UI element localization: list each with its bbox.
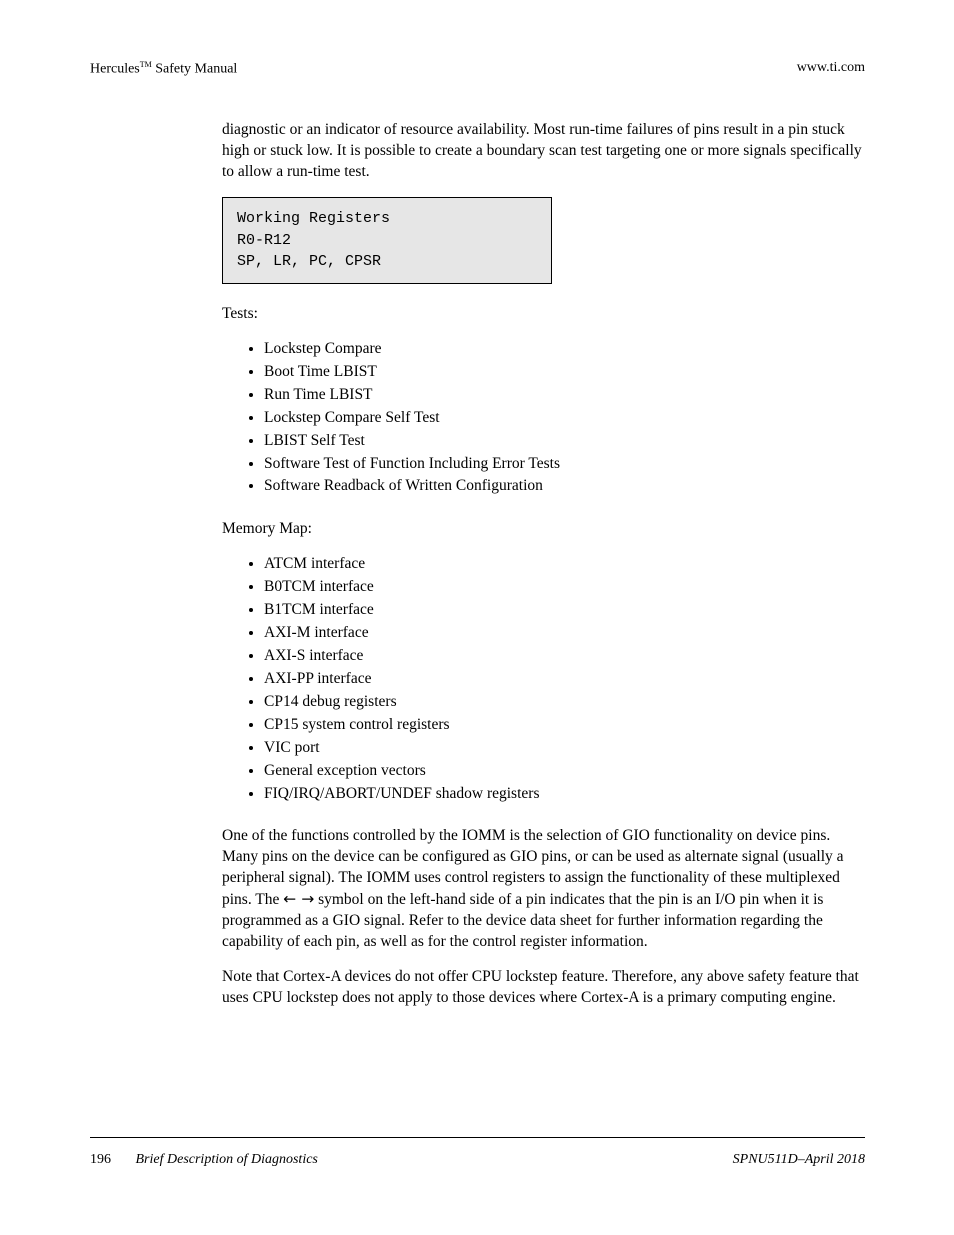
list-item: FIQ/IRQ/ABORT/UNDEF shadow registers — [264, 784, 865, 807]
tests-list: Lockstep Compare Boot Time LBIST Run Tim… — [222, 339, 865, 499]
header-right: www.ti.com — [797, 60, 865, 76]
list-item: AXI-PP interface — [264, 669, 865, 692]
list-item: General exception vectors — [264, 761, 865, 784]
list-item: Software Readback of Written Configurati… — [264, 476, 865, 499]
code-box-line-2: SP, LR, PC, CPSR — [237, 251, 537, 273]
code-box-line-1: R0-R12 — [237, 230, 537, 252]
list-item: VIC port — [264, 738, 865, 761]
header-product: Hercules — [90, 62, 140, 77]
tests-lead: Tests: — [222, 304, 865, 325]
list-item: Lockstep Compare — [264, 339, 865, 362]
trailing-paragraph: Note that Cortex-A devices do not offer … — [222, 967, 865, 1009]
code-box-heading: Working Registers — [237, 208, 537, 230]
footer-left: 196 Brief Description of Diagnostics — [90, 1152, 318, 1168]
list-item: AXI-S interface — [264, 646, 865, 669]
memory-map-lead: Memory Map: — [222, 519, 865, 540]
memory-map-list: ATCM interface B0TCM interface B1TCM int… — [222, 554, 865, 806]
list-item: Lockstep Compare Self Test — [264, 408, 865, 431]
list-item: AXI-M interface — [264, 623, 865, 646]
list-item: ATCM interface — [264, 554, 865, 577]
list-item: LBIST Self Test — [264, 431, 865, 454]
footer-rule — [90, 1137, 865, 1138]
list-item: Run Time LBIST — [264, 385, 865, 408]
trademark-symbol: TM — [140, 60, 152, 69]
list-item: B0TCM interface — [264, 577, 865, 600]
io-arrows-icon: ← → — [283, 890, 314, 908]
mux-paragraph: One of the functions controlled by the I… — [222, 826, 865, 953]
list-item: Software Test of Function Including Erro… — [264, 454, 865, 477]
footer-page-number: 196 — [90, 1152, 111, 1167]
list-item: B1TCM interface — [264, 600, 865, 623]
list-item: CP14 debug registers — [264, 692, 865, 715]
page-body: diagnostic or an indicator of resource a… — [222, 120, 865, 1023]
page-footer: 196 Brief Description of Diagnostics SPN… — [90, 1152, 865, 1168]
header-left: HerculesTM Safety Manual — [90, 60, 237, 78]
intro-paragraph: diagnostic or an indicator of resource a… — [222, 120, 865, 183]
working-registers-box: Working Registers R0-R12 SP, LR, PC, CPS… — [222, 197, 552, 284]
footer-section-title: Brief Description of Diagnostics — [136, 1152, 318, 1167]
header-tail: Safety Manual — [152, 62, 238, 77]
page-header: HerculesTM Safety Manual www.ti.com — [90, 60, 865, 78]
footer-doc-id: SPNU511D–April 2018 — [733, 1152, 865, 1168]
list-item: Boot Time LBIST — [264, 362, 865, 385]
list-item: CP15 system control registers — [264, 715, 865, 738]
